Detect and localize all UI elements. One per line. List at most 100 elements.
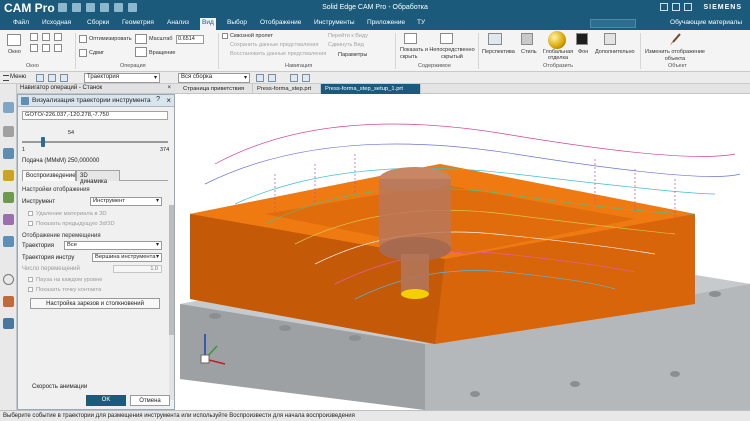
global-finish-button[interactable]: Глобальная отделка bbox=[541, 49, 575, 61]
flythrough-icon[interactable] bbox=[222, 33, 228, 39]
layout-icon-6[interactable] bbox=[54, 44, 62, 52]
help-icon[interactable]: ? bbox=[156, 96, 160, 103]
passes-field[interactable]: 1.0 bbox=[113, 265, 162, 273]
menu-home[interactable]: Исходная bbox=[40, 19, 73, 26]
remove-material-checkbox[interactable]: Удаление материала в 3D bbox=[28, 211, 107, 217]
tool-select[interactable]: Инструмент bbox=[90, 197, 162, 206]
tab-3d-dynamic[interactable]: 3D динамика bbox=[76, 170, 120, 185]
restore-view-button[interactable]: Восстановить данные предстваления bbox=[230, 51, 326, 57]
part-navigator-icon[interactable] bbox=[3, 148, 14, 159]
roles-icon[interactable] bbox=[3, 214, 14, 225]
shift-view-button[interactable]: Сдвинуть Вид bbox=[328, 42, 364, 48]
scale-value-field[interactable]: 0.6514 bbox=[176, 35, 204, 44]
menu-view[interactable]: Вид bbox=[200, 18, 216, 30]
menu-icon[interactable] bbox=[3, 75, 9, 81]
palette-icon[interactable] bbox=[3, 296, 14, 307]
additional-button[interactable]: Дополнительно bbox=[595, 49, 635, 55]
close-icon[interactable]: × bbox=[166, 96, 171, 105]
perspective-icon[interactable] bbox=[488, 33, 502, 45]
menu-tu[interactable]: ТУ bbox=[415, 19, 427, 26]
tab-press-forma-step[interactable]: Press-forma_step.prt bbox=[253, 84, 321, 94]
scale-icon[interactable] bbox=[135, 34, 147, 44]
tab-press-forma-setup[interactable]: Press-forma_step_setup_1.prt bbox=[321, 84, 421, 94]
parameters-button[interactable]: Параметры bbox=[338, 52, 367, 58]
close-icon[interactable]: × bbox=[167, 85, 171, 91]
snap-icon[interactable] bbox=[60, 74, 68, 82]
menu-assemblies[interactable]: Сборки bbox=[85, 19, 111, 26]
background-button[interactable]: Фон bbox=[578, 49, 588, 55]
minimize-icon[interactable] bbox=[660, 3, 668, 11]
show-hide-button[interactable]: Показать и скрыть bbox=[400, 47, 430, 61]
dialog-scrollbar[interactable] bbox=[169, 205, 174, 400]
assembly-scope-select[interactable]: Вся сборка bbox=[178, 73, 250, 83]
search-input[interactable] bbox=[590, 19, 636, 28]
operation-navigator-icon[interactable] bbox=[3, 102, 14, 113]
graphics-viewport[interactable] bbox=[175, 94, 750, 410]
clock-icon[interactable] bbox=[3, 274, 14, 285]
assembly-navigator-icon[interactable] bbox=[3, 126, 14, 137]
ok-button[interactable]: OK bbox=[86, 395, 126, 406]
flythrough-button[interactable]: Сквозной пролет bbox=[230, 33, 273, 39]
layout-icon-1[interactable] bbox=[30, 33, 38, 41]
save-view-button[interactable]: Сохранить данные предстваления bbox=[230, 42, 318, 48]
show-contact-point-checkbox[interactable]: Показать точку контакта bbox=[28, 287, 101, 293]
tab-welcome-page[interactable]: Страница приветствия bbox=[179, 84, 253, 94]
layout-icon-2[interactable] bbox=[42, 33, 50, 41]
maximize-icon[interactable] bbox=[672, 3, 680, 11]
toolbar-menu[interactable]: Меню bbox=[10, 74, 26, 80]
shift-button[interactable]: Сдвиг bbox=[89, 50, 104, 56]
brush-icon[interactable] bbox=[668, 33, 682, 47]
settings-icon[interactable] bbox=[3, 318, 14, 329]
window-icon[interactable] bbox=[7, 34, 21, 46]
web-browser-icon[interactable] bbox=[3, 236, 14, 247]
history-icon[interactable] bbox=[3, 192, 14, 203]
menu-select[interactable]: Выбор bbox=[225, 19, 249, 26]
fit-button[interactable]: Оптимизировать bbox=[89, 36, 132, 42]
layout-icon-5[interactable] bbox=[42, 44, 50, 52]
trajectory-filter-select[interactable]: Траектория bbox=[84, 73, 160, 83]
gouge-collision-settings-button[interactable]: Настройка зарезов и столкновений bbox=[30, 298, 160, 309]
tutorials-link[interactable]: Обучающие материалы bbox=[670, 19, 742, 26]
global-finish-icon[interactable] bbox=[548, 31, 566, 49]
snap-mid-icon[interactable] bbox=[290, 74, 298, 82]
scrollbar-thumb[interactable] bbox=[169, 205, 174, 335]
reuse-library-icon[interactable] bbox=[3, 170, 14, 181]
perspective-button[interactable]: Перспектива bbox=[482, 49, 515, 55]
rotate-button[interactable]: Вращение bbox=[149, 50, 175, 56]
style-icon[interactable] bbox=[521, 33, 533, 45]
tool-trajectory-select[interactable]: Вершина инструмента bbox=[92, 253, 162, 262]
layout-icon-4[interactable] bbox=[30, 44, 38, 52]
menu-analysis[interactable]: Анализ bbox=[165, 19, 191, 26]
close-icon[interactable] bbox=[684, 3, 692, 11]
menu-geometry[interactable]: Геометрия bbox=[120, 19, 156, 26]
filter-icon[interactable] bbox=[36, 74, 44, 82]
background-icon[interactable] bbox=[576, 33, 588, 45]
direct-hidden-button[interactable]: Непосредственно скрытый bbox=[428, 47, 476, 61]
scale-button[interactable]: Масштаб bbox=[149, 36, 173, 42]
snap-center-icon[interactable] bbox=[302, 74, 310, 82]
snap-end-icon[interactable] bbox=[268, 74, 276, 82]
rotate-icon[interactable] bbox=[135, 47, 147, 57]
shift-icon[interactable] bbox=[79, 49, 87, 57]
goto-view-button[interactable]: Перейти к Виду bbox=[328, 33, 368, 39]
additional-icon[interactable] bbox=[604, 33, 616, 45]
show-previous-checkbox[interactable]: Показать предыдущую 3d/3D bbox=[28, 221, 115, 227]
layout-icon-3[interactable] bbox=[54, 33, 62, 41]
trajectories-select[interactable]: Все bbox=[64, 241, 162, 250]
show-hide-icon[interactable] bbox=[404, 33, 417, 44]
window-button[interactable]: Окно bbox=[8, 49, 21, 55]
pause-each-level-checkbox[interactable]: Пауза на каждом уровне bbox=[28, 277, 103, 283]
fit-icon[interactable] bbox=[79, 35, 87, 43]
slider-thumb[interactable] bbox=[40, 137, 45, 147]
tab-playback[interactable]: Воспроизведение bbox=[22, 170, 76, 181]
cancel-button[interactable]: Отмена bbox=[130, 395, 170, 406]
menu-file[interactable]: Файл bbox=[11, 19, 31, 26]
snap-point-icon[interactable] bbox=[256, 74, 264, 82]
menu-tools[interactable]: Инструменты bbox=[312, 19, 357, 26]
menu-display[interactable]: Отображение bbox=[258, 19, 303, 26]
edit-object-display-button[interactable]: Изменить отображение объекта bbox=[645, 49, 705, 62]
menu-application[interactable]: Приложение bbox=[365, 19, 407, 26]
style-button[interactable]: Стиль bbox=[521, 49, 537, 55]
direct-hidden-icon[interactable] bbox=[440, 33, 453, 44]
select-icon[interactable] bbox=[48, 74, 56, 82]
